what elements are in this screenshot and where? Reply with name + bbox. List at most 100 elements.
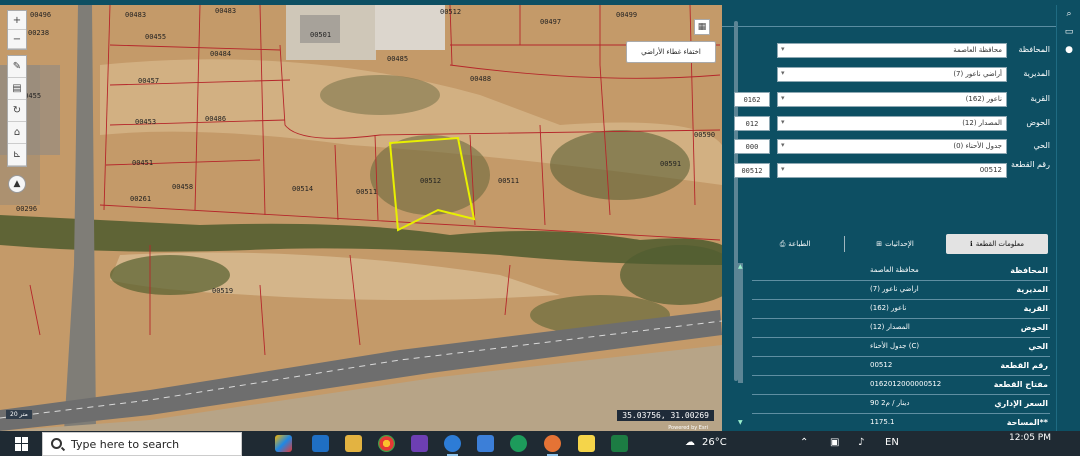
search-placeholder: Type here to search: [71, 438, 180, 451]
search-icon: [51, 438, 62, 449]
directorate-row: ▾ أراضي ناعور (7) المديرية: [722, 67, 1056, 84]
table-row: مفتاح القطعة 0162012000000512: [752, 376, 1050, 395]
governorate-select[interactable]: ▾ محافظة العاصمة: [777, 43, 1007, 58]
parcel-label: 00455: [145, 33, 167, 41]
parcel-label: 00511: [356, 188, 378, 196]
side-rail: ⌕ ▭ ●: [1056, 5, 1080, 431]
parcel-label: 00483: [215, 7, 237, 15]
basin-row: 012 ▾ المصدار (12) الحوض: [722, 116, 1056, 133]
measure-icon[interactable]: ⊾: [8, 144, 26, 166]
widgets-icon[interactable]: [275, 435, 292, 452]
info-tabs: ⎙ الطباعة ⊞ الإحداثيات ℹ معلومات القطعة: [748, 234, 1050, 254]
tab-parcel-info[interactable]: ℹ معلومات القطعة: [946, 234, 1048, 254]
folder-icon[interactable]: [578, 435, 595, 452]
parcel-search-panel: ▾ محافظة العاصمة المحافظة ▾ أراضي ناعور (7…: [722, 5, 1056, 433]
panel-header: [722, 5, 1056, 27]
parcel-select[interactable]: ▾ 00512: [777, 163, 1007, 178]
coordinates-icon: ⊞: [876, 240, 883, 248]
parcel-label: 00511: [498, 177, 520, 185]
windows-logo-icon: [15, 436, 29, 451]
parcel-label: 00485: [387, 55, 409, 63]
weather-temp[interactable]: 26°C: [702, 437, 727, 448]
map-layers-icon[interactable]: ▭: [1057, 23, 1080, 41]
table-row: رقم القطعة 00512: [752, 357, 1050, 376]
parcel-number-label: رقم القطعة: [1011, 160, 1050, 169]
info-scrollbar[interactable]: [738, 263, 743, 383]
parcel-label: 00512: [440, 8, 462, 16]
neighborhood-select[interactable]: ▾ جدول الأحناء (0): [777, 139, 1007, 154]
table-row: الحي جدول الأحناء (C): [752, 338, 1050, 357]
scroll-down-icon[interactable]: ▼: [738, 419, 743, 426]
map-view[interactable]: 00238 00455 00483 00485 00497 00499 0048…: [0, 5, 722, 431]
volume-icon[interactable]: ♪: [858, 437, 864, 448]
file-explorer-icon[interactable]: [345, 435, 362, 452]
land-cover-toggle[interactable]: اختفاء غطاء الأراضي: [626, 41, 716, 63]
language-icon[interactable]: EN: [885, 437, 899, 448]
village-row: 0162 ▾ ناعور (162) القرية: [722, 92, 1056, 109]
taskbar-search[interactable]: Type here to search: [42, 432, 242, 456]
mail-icon[interactable]: [477, 435, 494, 452]
clock[interactable]: 12:05 PM: [1000, 433, 1060, 444]
zoom-controls: + −: [7, 10, 27, 50]
home-icon[interactable]: ⌂: [8, 122, 26, 144]
parcel-label: 00499: [616, 11, 638, 19]
start-button[interactable]: [4, 431, 40, 456]
weather-icon[interactable]: ☁: [685, 437, 695, 448]
parcel-label: 00483: [125, 11, 147, 19]
parcel-label: 00519: [212, 287, 234, 295]
compass-icon[interactable]: ▲: [8, 175, 26, 193]
network-icon[interactable]: ▣: [830, 437, 839, 448]
village-label: القرية: [1030, 94, 1050, 103]
parcel-label: 00458: [172, 183, 194, 191]
edge-icon[interactable]: [312, 435, 329, 452]
scroll-up-icon[interactable]: ▲: [738, 263, 743, 270]
firefox-icon[interactable]: [544, 435, 561, 456]
search-icon[interactable]: ⌕: [1057, 5, 1080, 23]
parcel-label: 00501: [310, 31, 332, 39]
app-icon[interactable]: [411, 435, 428, 452]
parcel-label: 00451: [132, 159, 154, 167]
zoom-out-button[interactable]: −: [8, 30, 26, 49]
village-select[interactable]: ▾ ناعور (162): [777, 92, 1007, 107]
zoom-in-button[interactable]: +: [8, 11, 26, 30]
parcel-label: 00486: [205, 115, 227, 123]
governorate-row: ▾ محافظة العاصمة المحافظة: [722, 43, 1056, 60]
tab-coordinates[interactable]: ⊞ الإحداثيات: [848, 234, 942, 254]
directorate-select[interactable]: ▾ أراضي ناعور (7): [777, 67, 1007, 82]
parcel-label: 00496: [30, 11, 52, 19]
neighborhood-code-input[interactable]: 000: [734, 139, 770, 154]
table-row: المحافظة محافظة العاصمة: [752, 262, 1050, 281]
scale-bar: 20 متر: [6, 410, 32, 419]
print-map-icon[interactable]: ▤: [8, 78, 26, 100]
basin-select[interactable]: ▾ المصدار (12): [777, 116, 1007, 131]
whatsapp-icon[interactable]: [510, 435, 527, 452]
parcel-label: 00488: [470, 75, 492, 83]
excel-icon[interactable]: [611, 435, 628, 452]
selected-parcel-label: 00512: [420, 177, 442, 185]
refresh-icon[interactable]: ↻: [8, 100, 26, 122]
tab-print[interactable]: ⎙ الطباعة: [748, 234, 842, 254]
satellite-imagery: [0, 5, 722, 431]
chrome-icon[interactable]: [378, 435, 395, 452]
tray-chevron-icon[interactable]: ⌃: [800, 437, 808, 448]
windows-taskbar: Type here to search ☁ 26°C ⌃ ▣ ♪ EN 12:0…: [0, 431, 1080, 456]
location-pin-icon[interactable]: ●: [1057, 41, 1080, 59]
table-row: الحوض المصدار (12): [752, 319, 1050, 338]
table-row: المديرية اراضي ناعور (7): [752, 281, 1050, 300]
clock-time: 12:05 PM: [1009, 433, 1051, 443]
village-code-input[interactable]: 0162: [734, 92, 770, 107]
parcel-label: 00261: [130, 195, 152, 203]
basin-label: الحوض: [1026, 118, 1050, 127]
parcel-label: 00590: [694, 131, 716, 139]
edit-icon[interactable]: ✎: [8, 56, 26, 78]
basin-code-input[interactable]: 012: [734, 116, 770, 131]
parcel-label: 00591: [660, 160, 682, 168]
info-icon: ℹ: [970, 240, 973, 248]
layers-grid-icon[interactable]: ▦: [694, 19, 710, 35]
parcel-code-input[interactable]: 00512: [734, 163, 770, 178]
edge-browser-icon[interactable]: [444, 435, 461, 456]
app-window: 00238 00455 00483 00485 00497 00499 0048…: [0, 0, 1080, 456]
parcel-label: 00238: [28, 29, 50, 37]
table-row: السعر الإداري 90 دينار / م2: [752, 395, 1050, 414]
print-icon: ⎙: [779, 239, 786, 248]
